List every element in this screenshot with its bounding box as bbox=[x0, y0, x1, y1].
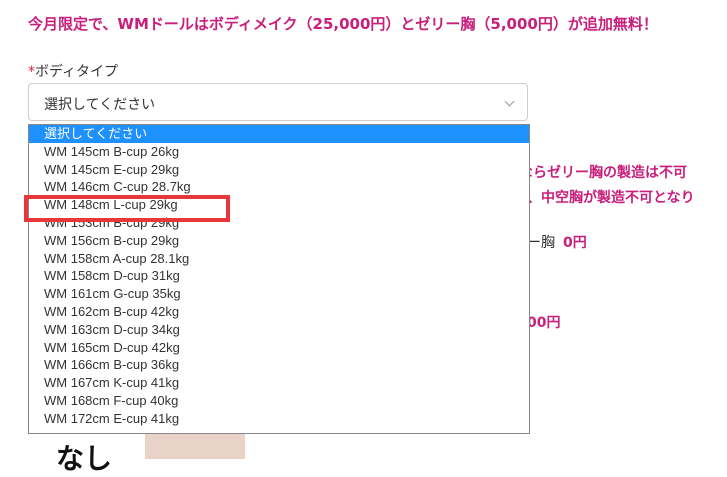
dropdown-option[interactable]: WM 163cm D-cup 34kg bbox=[29, 321, 529, 339]
dropdown-option[interactable]: WM 168cm F-cup 40kg bbox=[29, 392, 529, 410]
bg-text-line2: 、中空胸が製造不可となり bbox=[527, 190, 695, 206]
highlight-box bbox=[24, 195, 230, 222]
dropdown-option[interactable]: WM 166cm B-cup 36kg bbox=[29, 356, 529, 374]
chevron-down-icon bbox=[504, 96, 515, 107]
dropdown-option[interactable]: 選択してください bbox=[29, 125, 529, 143]
dropdown-option[interactable]: WM 145cm B-cup 26kg bbox=[29, 143, 529, 161]
body-type-select[interactable]: 選択してください bbox=[28, 83, 528, 121]
dropdown-option[interactable]: WM 172cm E-cup 41kg bbox=[29, 410, 529, 428]
dropdown-option[interactable]: WM 145cm E-cup 29kg bbox=[29, 161, 529, 179]
dropdown-option[interactable]: WM 167cm K-cup 41kg bbox=[29, 374, 529, 392]
dropdown-option[interactable]: WM 158cm A-cup 28.1kg bbox=[29, 250, 529, 268]
body-type-dropdown-list[interactable]: 選択してください WM 145cm B-cup 26kg WM 145cm E-cu… bbox=[28, 124, 530, 434]
body-type-label-text: ボディタイプ bbox=[35, 64, 119, 80]
body-type-label: *ボディタイプ bbox=[28, 61, 118, 81]
product-image-thumbnail bbox=[145, 430, 245, 459]
select-current-value: 選択してください bbox=[44, 97, 156, 113]
dropdown-option[interactable]: WM 146cm C-cup 28.7kg bbox=[29, 178, 529, 196]
dropdown-option[interactable]: WM 165cm D-cup 42kg bbox=[29, 339, 529, 357]
dropdown-option[interactable]: WM 156cm B-cup 29kg bbox=[29, 232, 529, 250]
bottom-heading-text: なし bbox=[56, 442, 113, 475]
required-mark: * bbox=[28, 64, 35, 80]
dropdown-option[interactable]: WM 161cm G-cup 35kg bbox=[29, 285, 529, 303]
bg-text-line3-label: ー胸 bbox=[527, 235, 555, 251]
dropdown-option[interactable]: WM 158cm D-cup 31kg bbox=[29, 267, 529, 285]
bg-text-line4-price: 00円 bbox=[527, 315, 561, 331]
bg-text-line3-price: 0円 bbox=[563, 235, 587, 251]
dropdown-option[interactable]: WM 162cm B-cup 42kg bbox=[29, 303, 529, 321]
bg-text-line1: ならゼリー胸の製造は不可 bbox=[519, 165, 687, 181]
promo-banner-text: 今月限定で、WMドールはボディメイク（25,000円）とゼリー胸（5,000円）… bbox=[28, 15, 658, 33]
